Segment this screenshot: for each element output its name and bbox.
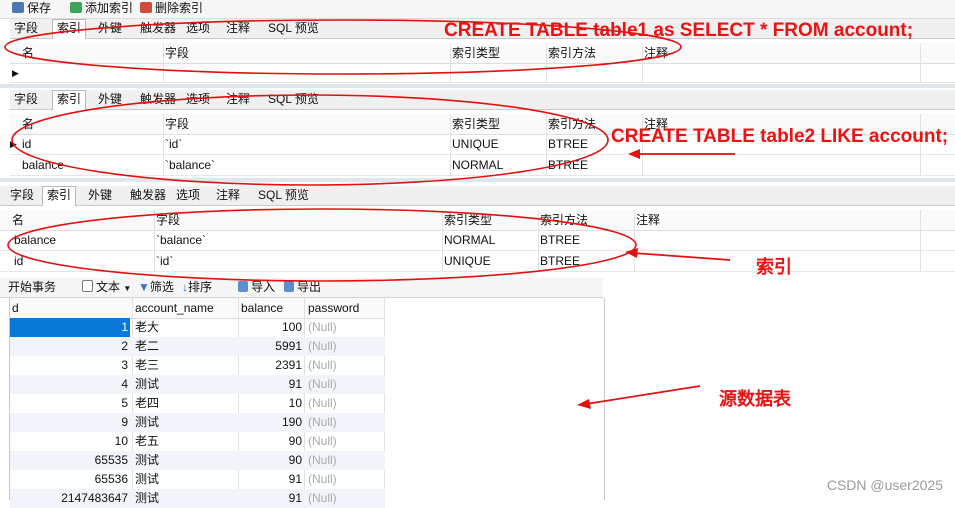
- annotation-sql-1: CREATE TABLE table1 as SELECT * FROM acc…: [444, 20, 914, 41]
- annotation-arrow-4: [585, 385, 701, 405]
- annotation-arrow-3: [632, 252, 731, 261]
- annotation-index-label: 索引: [756, 257, 792, 277]
- annotation-source-label: 源数据表: [719, 389, 791, 409]
- annotation-sql-2: CREATE TABLE table2 LIKE account;: [611, 126, 949, 147]
- annotation-overlay: [4, 19, 735, 409]
- watermark: CSDN @user2025: [826, 477, 943, 493]
- annotation-ellipse-2: [11, 94, 609, 186]
- annotation-ellipse-3: [7, 208, 637, 282]
